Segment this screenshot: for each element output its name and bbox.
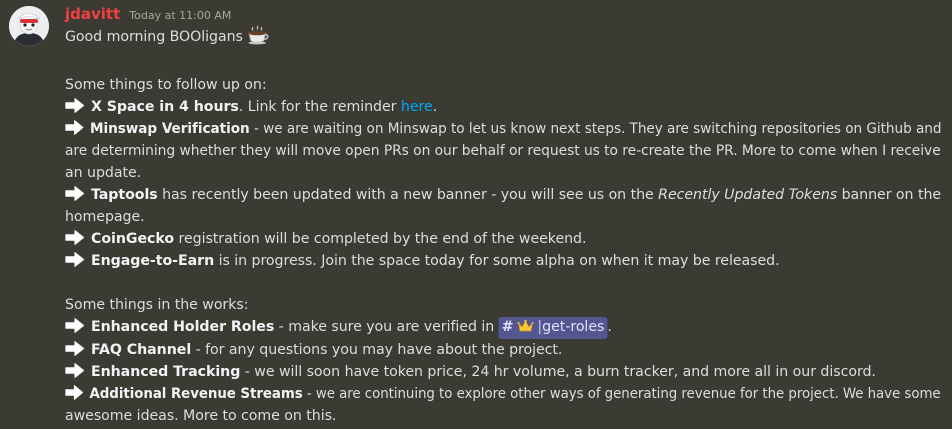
list-item-taptools: Taptools has recently been updated with … — [65, 184, 941, 206]
author-username[interactable]: jdavitt — [65, 5, 120, 23]
list-item-minswap-cont: are determining whether they will move o… — [65, 143, 941, 159]
chat-message: jdavitt Today at 11:00 AM Good morning B… — [0, 0, 952, 429]
arrow-right-icon — [65, 340, 85, 357]
list-item-x-space: X Space in 4 hours. Link for the reminde… — [65, 96, 941, 118]
crown-icon — [517, 319, 534, 339]
channel-mention[interactable]: # |get-roles — [498, 317, 608, 339]
coffee-emoji-icon — [247, 25, 269, 52]
message-header: jdavitt Today at 11:00 AM — [65, 5, 942, 25]
item-title: CoinGecko — [90, 231, 175, 247]
list-item-engage: Engage-to-Earn is in progress. Join the … — [65, 250, 941, 272]
arrow-right-icon — [65, 362, 85, 379]
item-title: X Space in 4 hours — [90, 99, 239, 115]
arrow-right-icon — [65, 119, 84, 136]
arrow-right-icon — [65, 229, 85, 246]
follow-up-heading: Some things to follow up on: — [65, 77, 267, 93]
list-item-holder-roles: Enhanced Holder Roles - make sure you ar… — [65, 316, 941, 339]
arrow-right-icon — [65, 384, 84, 401]
list-item-revenue-cont: awesome ideas. More to come on this. — [65, 408, 337, 424]
message-content: jdavitt Today at 11:00 AM Good morning B… — [65, 5, 942, 427]
arrow-right-icon — [65, 185, 85, 202]
greeting-text: Good morning BOOligans — [65, 29, 243, 45]
list-item-coingecko: CoinGecko registration will be completed… — [65, 228, 941, 250]
arrow-right-icon — [65, 97, 85, 114]
item-title: FAQ Channel — [90, 342, 192, 358]
arrow-right-icon — [65, 317, 85, 334]
item-title: Additional Revenue Streams — [89, 386, 303, 402]
item-title: Minswap Verification — [89, 121, 250, 137]
item-title: Enhanced Tracking — [90, 364, 241, 380]
list-item-minswap: Minswap Verification - we are waiting on… — [65, 118, 941, 140]
channel-hash-icon: # — [501, 319, 514, 335]
list-item-faq: FAQ Channel - for any questions you may … — [65, 339, 941, 361]
reminder-link[interactable]: here — [401, 99, 433, 115]
item-title: Taptools — [90, 187, 158, 203]
greeting-line: Good morning BOOligans — [65, 25, 941, 52]
message-timestamp[interactable]: Today at 11:00 AM — [129, 9, 231, 22]
arrow-right-icon — [65, 251, 85, 268]
works-heading: Some things in the works: — [65, 297, 249, 313]
list-item-taptools-cont: homepage. — [65, 209, 145, 225]
list-item-revenue: Additional Revenue Streams - we are cont… — [65, 383, 941, 405]
list-item-tracking: Enhanced Tracking - we will soon have to… — [65, 361, 941, 383]
item-title: Engage-to-Earn — [90, 253, 215, 269]
list-item-minswap-cont: an update. — [65, 165, 142, 181]
channel-name: get-roles — [542, 319, 605, 335]
item-title: Enhanced Holder Roles — [90, 319, 275, 335]
user-avatar[interactable] — [9, 6, 49, 46]
